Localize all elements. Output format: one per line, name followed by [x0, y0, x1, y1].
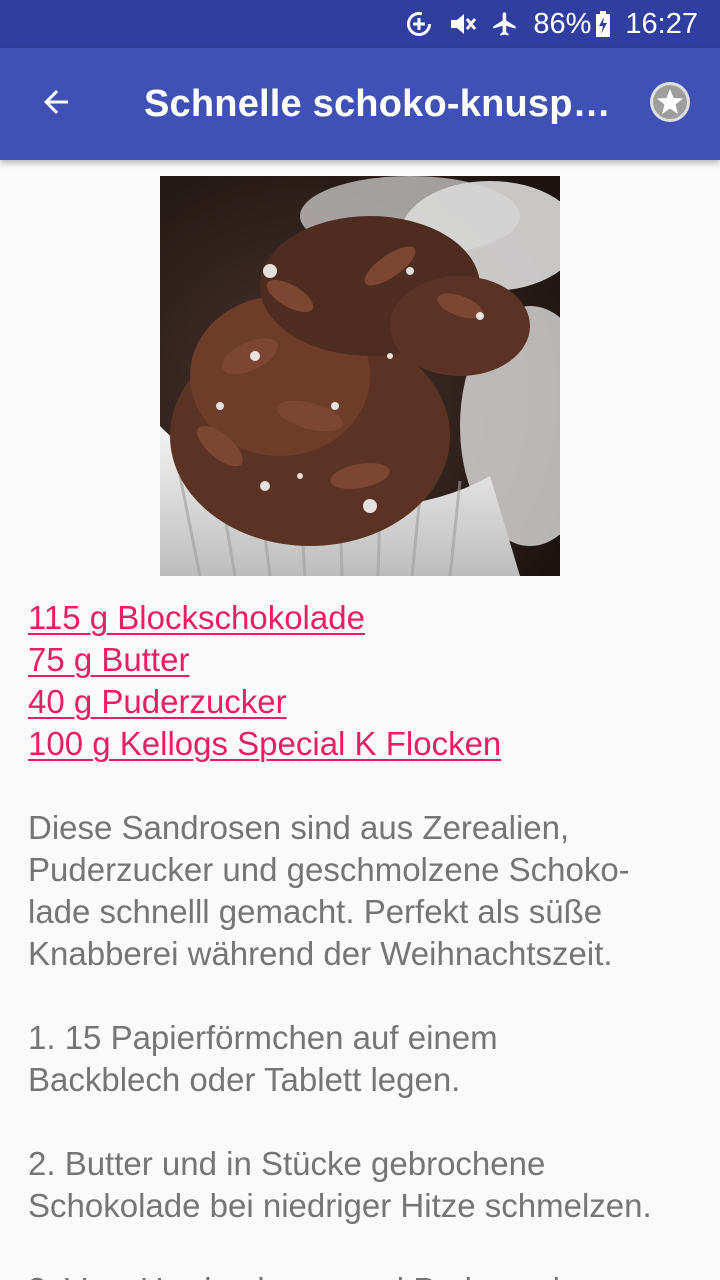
status-bar: 86% 16:27 [0, 0, 720, 48]
recipe-content[interactable]: 115 g Blockschokolade 75 g Butter 40 g P… [0, 160, 720, 1280]
text-line: Diese Sandrosen sind aus Zerealien, [28, 809, 570, 846]
battery-charging-icon [595, 10, 611, 38]
text-line: Backblech oder Tablett legen. [28, 1061, 461, 1098]
recipe-step-1: 1. 15 Papierförmchen auf einem Backblech… [28, 1017, 718, 1101]
favorite-button[interactable] [642, 76, 698, 132]
back-button[interactable] [0, 48, 112, 160]
text-line: 3. Vom Herd nehmen und Puderzucker [28, 1271, 599, 1280]
text-line: 1. 15 Papierförmchen auf einem [28, 1019, 498, 1056]
airplane-mode-icon [491, 10, 519, 38]
list-item: 115 g Blockschokolade [28, 597, 708, 639]
recipe-description: Diese Sandrosen sind aus Zerealien, Pude… [28, 807, 718, 975]
battery-indicator: 86% [533, 8, 611, 41]
list-item: 75 g Butter [28, 639, 708, 681]
list-item: 100 g Kellogs Special K Flocken [28, 723, 708, 765]
ingredient-link[interactable]: 75 g Butter [28, 641, 189, 678]
text-line: Knabberei während der Weihnachtszeit. [28, 935, 613, 972]
page-title: Schnelle schoko-knusp… [144, 82, 611, 125]
app-bar: Schnelle schoko-knusp… [0, 48, 720, 160]
recipe-step-2: 2. Butter und in Stücke gebrochene Schok… [28, 1143, 718, 1227]
ingredient-list: 115 g Blockschokolade 75 g Butter 40 g P… [28, 597, 708, 765]
star-icon [648, 80, 692, 129]
ingredient-link[interactable]: 115 g Blockschokolade [28, 599, 365, 636]
clock-time: 16:27 [625, 7, 698, 40]
mute-vibrate-icon [447, 10, 477, 38]
text-line: 2. Butter und in Stücke gebrochene [28, 1145, 546, 1182]
arrow-back-icon [38, 84, 74, 125]
text-line: lade schnelll gemacht. Perfekt als süße [28, 893, 603, 930]
text-line: Schokolade bei niedriger Hitze schmelzen… [28, 1187, 652, 1224]
text-line: Puderzucker und geschmolzene Schoko- [28, 851, 630, 888]
battery-percent: 86% [533, 7, 592, 40]
recipe-photo [160, 176, 560, 576]
data-saver-icon [405, 10, 433, 38]
list-item: 40 g Puderzucker [28, 681, 708, 723]
recipe-step-3: 3. Vom Herd nehmen und Puderzucker [28, 1269, 718, 1280]
ingredient-link[interactable]: 40 g Puderzucker [28, 683, 287, 720]
ingredient-link[interactable]: 100 g Kellogs Special K Flocken [28, 725, 501, 762]
